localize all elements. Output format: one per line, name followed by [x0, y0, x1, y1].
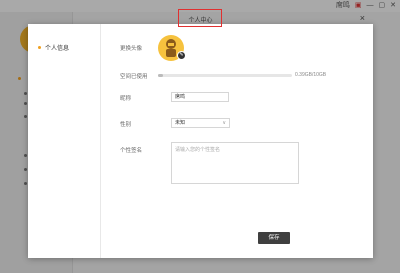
camera-icon[interactable]: ✎	[177, 51, 186, 60]
nav-item-personal-info[interactable]: 个人信息	[38, 43, 69, 52]
dialog-nav: 个人信息	[28, 24, 101, 258]
storage-progress-bar	[158, 74, 292, 77]
nickname-label: 昵称	[120, 96, 132, 102]
storage-label: 空间已使用	[120, 74, 148, 80]
nickname-field[interactable]: 席鸣	[171, 92, 229, 102]
signature-textarea[interactable]: 请输入您的个性签名	[171, 142, 299, 184]
storage-progress-fill	[158, 74, 164, 77]
chevron-down-icon: ∨	[222, 120, 226, 126]
signature-label: 个性签名	[120, 148, 143, 154]
save-button[interactable]: 保存	[258, 232, 290, 244]
close-icon[interactable]: ×	[360, 14, 365, 23]
avatar-label: 更换头像	[120, 46, 143, 52]
storage-text: 0.39GB/10GB	[295, 72, 327, 78]
gender-label: 性别	[120, 122, 132, 128]
active-dot-icon	[38, 46, 41, 49]
title-highlight-box	[178, 9, 222, 27]
gender-value: 未知	[175, 120, 186, 126]
profile-dialog: 个人中心 × 个人信息 更换头像 ✎ 空间已使用 0.39GB/10GB 昵称 …	[28, 9, 373, 258]
nav-item-label: 个人信息	[45, 46, 70, 52]
gender-select[interactable]: 未知 ∨	[171, 118, 230, 128]
